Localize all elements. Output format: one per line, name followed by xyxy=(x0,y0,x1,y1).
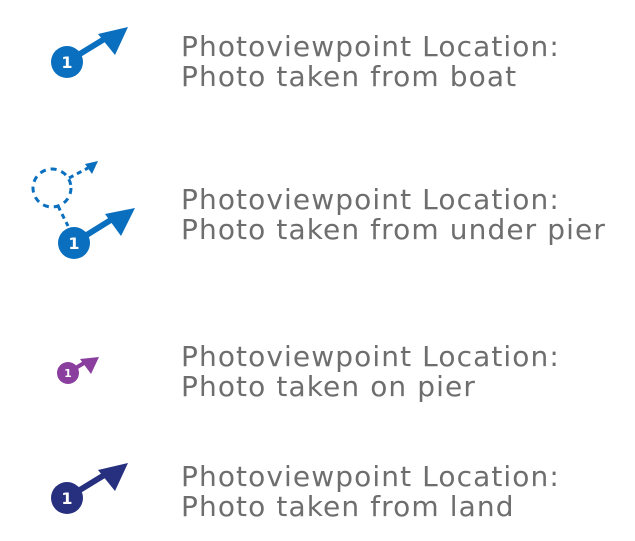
legend-text-under-pier: Photoviewpoint Location: Photo taken fro… xyxy=(181,185,606,245)
viewpoint-number: 1 xyxy=(61,489,72,508)
viewpoint-arrow-icon: 1 xyxy=(51,463,128,514)
legend-line-2: Photo taken from boat xyxy=(181,60,518,93)
legend-text-land: Photoviewpoint Location: Photo taken fro… xyxy=(181,462,560,522)
viewpoint-number: 1 xyxy=(68,234,79,253)
legend-item-boat: 1 Photoviewpoint Location: Photo taken f… xyxy=(0,0,635,120)
legend-line-1: Photoviewpoint Location: xyxy=(181,30,560,63)
viewpoint-arrow-small-icon: 1 xyxy=(57,357,99,384)
viewpoint-number: 1 xyxy=(61,53,72,72)
legend-text-on-pier: Photoviewpoint Location: Photo taken on … xyxy=(181,342,560,402)
legend-line-2: Photo taken from under pier xyxy=(181,213,606,246)
viewpoint-arrow-dashed-icon: 1 xyxy=(31,161,135,259)
viewpoint-arrow-icon: 1 xyxy=(51,27,128,78)
legend-line-1: Photoviewpoint Location: xyxy=(181,460,560,493)
legend-line-2: Photo taken from land xyxy=(181,490,515,523)
legend-item-land: 1 Photoviewpoint Location: Photo taken f… xyxy=(0,440,635,540)
legend-text-boat: Photoviewpoint Location: Photo taken fro… xyxy=(181,32,560,92)
legend-line-2: Photo taken on pier xyxy=(181,370,476,403)
legend-item-under-pier: 1 Photoviewpoint Location: Photo taken f… xyxy=(0,140,635,270)
viewpoint-number: 1 xyxy=(64,367,72,380)
legend-item-on-pier: 1 Photoviewpoint Location: Photo taken o… xyxy=(0,320,635,420)
legend-line-1: Photoviewpoint Location: xyxy=(181,183,560,216)
legend-line-1: Photoviewpoint Location: xyxy=(181,340,560,373)
